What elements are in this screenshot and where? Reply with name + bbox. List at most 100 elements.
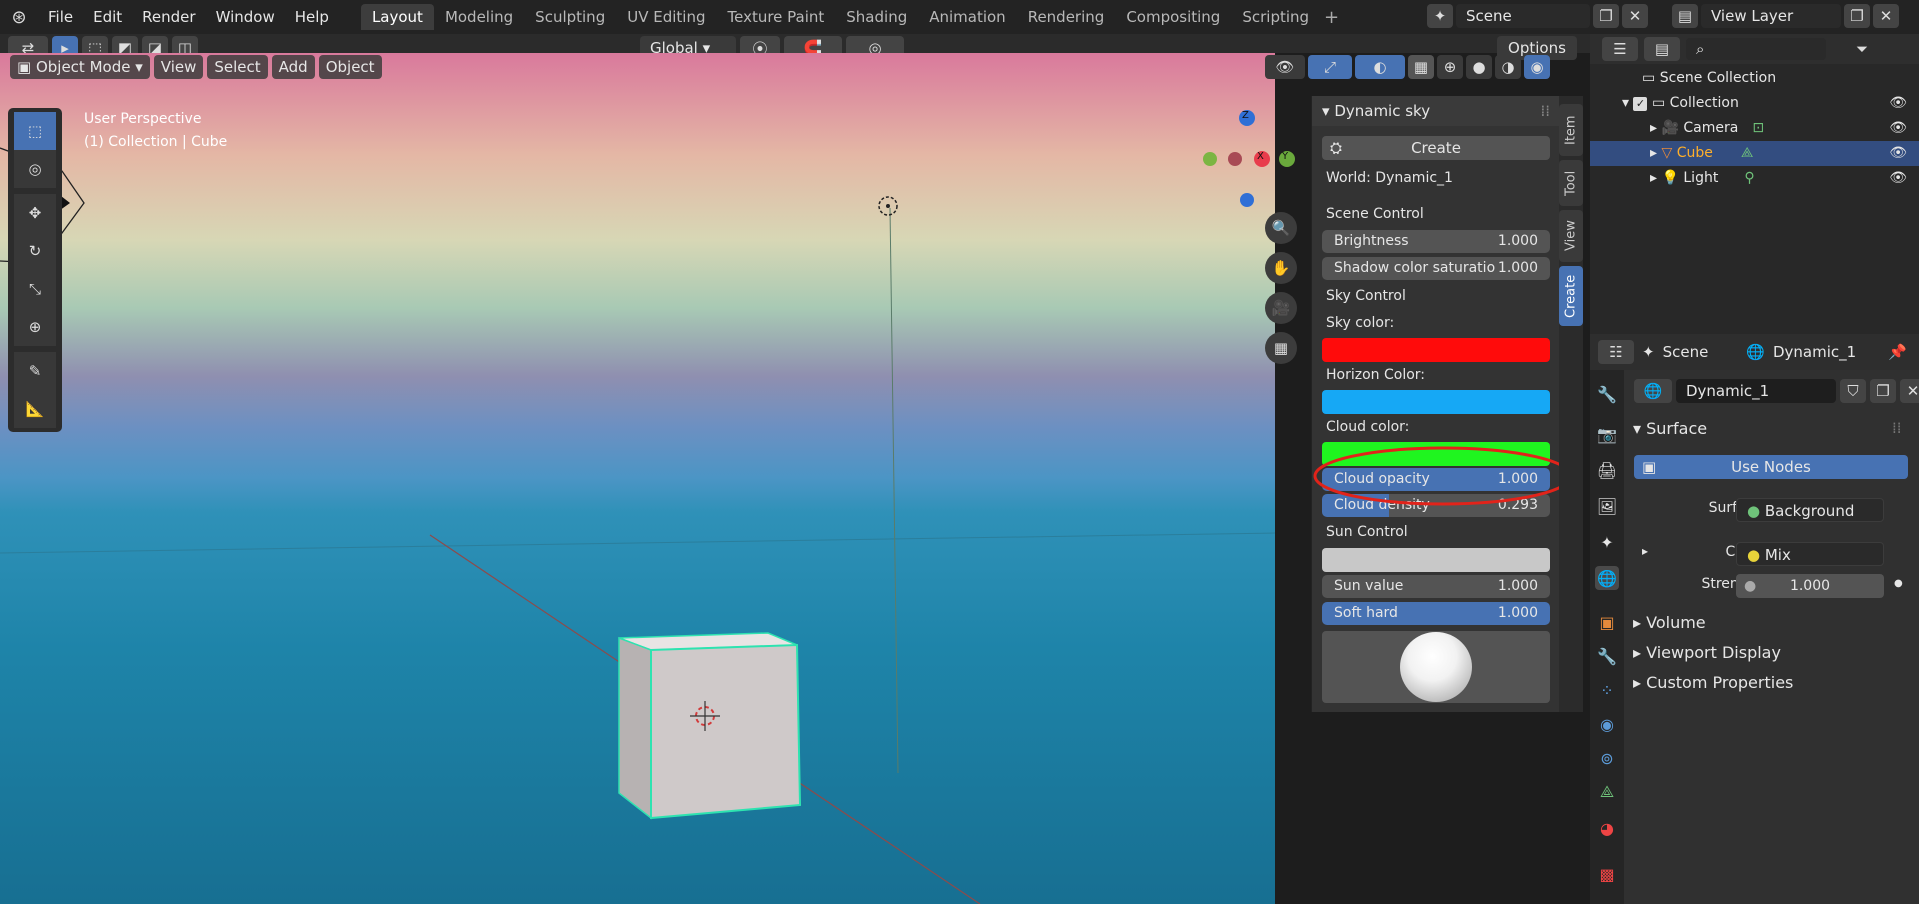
gizmo-neg-y-circle[interactable] (1203, 152, 1217, 166)
collection-visibility-icon[interactable]: 👁 (1889, 91, 1907, 116)
constraints-tab-icon[interactable]: ⊚ (1595, 746, 1619, 770)
shading-rendered-icon[interactable]: ◉ (1524, 55, 1550, 79)
add-workspace-icon[interactable]: + (1324, 7, 1339, 28)
camera-visibility-icon[interactable]: 👁 (1889, 116, 1907, 141)
expand-camera-icon[interactable]: ▸ (1650, 120, 1661, 136)
properties-editor-type-icon[interactable]: ☷ (1598, 340, 1634, 364)
soft-hard-slider[interactable]: Soft hard 1.000 (1322, 602, 1550, 625)
menu-help[interactable]: Help (285, 0, 339, 34)
menu-render[interactable]: Render (132, 0, 205, 34)
tab-scripting[interactable]: Scripting (1231, 4, 1320, 30)
tab-view[interactable]: View (1559, 210, 1583, 262)
camera-data-icon[interactable]: ⊡ (1752, 120, 1764, 136)
new-viewlayer-icon[interactable]: ❐ (1844, 4, 1870, 28)
shadow-saturation-slider[interactable]: Shadow color saturatio 1.000 (1322, 257, 1550, 280)
scene-icon[interactable]: ✦ (1427, 4, 1453, 28)
viewlayer-icon[interactable]: ▤ (1672, 4, 1698, 28)
editor-type-icon[interactable]: ☰ (1602, 37, 1638, 61)
mesh-data-icon[interactable]: ⟁ (1741, 145, 1754, 161)
cursor-tool-icon[interactable]: ◎ (14, 150, 56, 188)
world-breadcrumb[interactable]: Dynamic_1 (1773, 343, 1856, 361)
sun-value-slider[interactable]: Sun value 1.000 (1322, 575, 1550, 598)
shading-solid-icon[interactable]: ● (1466, 55, 1492, 79)
scene-breadcrumb[interactable]: Scene (1663, 343, 1709, 361)
blender-logo-icon[interactable]: ⊛ (0, 7, 38, 28)
delete-viewlayer-icon[interactable]: ✕ (1873, 4, 1899, 28)
duplicate-world-icon[interactable]: ❐ (1870, 379, 1896, 403)
delete-scene-icon[interactable]: ✕ (1622, 4, 1648, 28)
rotate-tool-icon[interactable]: ↻ (14, 232, 56, 270)
tab-modeling[interactable]: Modeling (434, 4, 524, 30)
menu-window[interactable]: Window (206, 0, 285, 34)
tab-create[interactable]: Create (1559, 266, 1583, 326)
render-tab-icon[interactable]: 📷 (1595, 422, 1619, 446)
tab-tool[interactable]: Tool (1559, 160, 1583, 206)
material-tab-icon[interactable]: ◕ (1595, 816, 1619, 840)
menu-file[interactable]: File (38, 0, 83, 34)
tab-texture-paint[interactable]: Texture Paint (716, 4, 835, 30)
scale-tool-icon[interactable]: ⤡ (14, 270, 56, 308)
gizmo-toggle-icon[interactable]: ⤢ (1308, 55, 1352, 79)
cube-visibility-icon[interactable]: 👁 (1889, 141, 1907, 166)
tab-animation[interactable]: Animation (918, 4, 1016, 30)
measure-tool-icon[interactable]: 📐 (14, 390, 56, 428)
custom-properties-panel-header[interactable]: ▸ Custom Properties (1633, 673, 1793, 692)
checkbox-collection[interactable]: ✓ (1633, 97, 1648, 111)
data-tab-icon[interactable]: ⟁ (1595, 780, 1619, 804)
annotate-tool-icon[interactable]: ✎ (14, 352, 56, 390)
sun-color-swatch[interactable] (1322, 548, 1550, 572)
pin-icon[interactable]: 📌 (1888, 343, 1907, 361)
outliner-row-collection[interactable]: ▾ ✓ ▭ Collection 👁 (1590, 91, 1919, 116)
move-tool-icon[interactable]: ✥ (14, 194, 56, 232)
color-input-field[interactable]: ● Mix (1736, 542, 1884, 566)
menu-edit[interactable]: Edit (83, 0, 132, 34)
menu-view[interactable]: View (153, 55, 204, 79)
object-tab-icon[interactable]: ▣ (1595, 610, 1619, 634)
world-name-field[interactable]: Dynamic_1 (1676, 379, 1836, 403)
pan-hand-icon[interactable]: ✋ (1265, 252, 1297, 284)
scene-field[interactable]: Scene (1456, 4, 1590, 28)
shading-material-icon[interactable]: ◑ (1495, 55, 1521, 79)
surface-drag-icon[interactable]: ⁞⁞ (1892, 419, 1902, 437)
grid-perspective-icon[interactable]: ▦ (1265, 332, 1297, 364)
color-expand-icon[interactable]: ▸ (1642, 544, 1648, 558)
navigation-gizmo[interactable]: Z X Y (1195, 108, 1295, 208)
texture-tab-icon[interactable]: ▩ (1595, 862, 1619, 886)
menu-add[interactable]: Add (271, 55, 315, 79)
3d-viewport[interactable] (0, 53, 1275, 904)
physics-tab-icon[interactable]: ◉ (1595, 712, 1619, 736)
viewlayer-field[interactable]: View Layer (1701, 4, 1841, 28)
tab-shading[interactable]: Shading (835, 4, 918, 30)
new-scene-icon[interactable]: ❐ (1593, 4, 1619, 28)
unlink-world-icon[interactable]: ✕ (1900, 379, 1919, 403)
drag-handle-icon[interactable]: ⁞⁞ (1540, 96, 1550, 126)
tab-item[interactable]: Item (1559, 104, 1583, 156)
outliner-row-cube[interactable]: ▸ ▽ Cube ⟁ 👁 (1590, 141, 1919, 166)
tab-layout[interactable]: Layout (360, 4, 434, 30)
gizmo-neg-z-circle[interactable] (1240, 193, 1254, 207)
view-layer-tab-icon[interactable]: 🖼 (1595, 494, 1619, 518)
filter-icon[interactable]: ⏷ (1844, 37, 1880, 61)
expand-cube-icon[interactable]: ▸ (1650, 145, 1661, 161)
sky-color-swatch[interactable] (1322, 338, 1550, 362)
tab-compositing[interactable]: Compositing (1115, 4, 1231, 30)
particles-tab-icon[interactable]: ⁘ (1595, 678, 1619, 702)
outliner-row-scene-collection[interactable]: ▭ Scene Collection (1590, 66, 1919, 91)
use-nodes-button[interactable]: ▣ Use Nodes (1634, 455, 1908, 479)
select-box-tool-icon[interactable]: ⬚ (14, 112, 56, 150)
surface-panel-header[interactable]: ▾ Surface (1633, 419, 1707, 438)
visibility-icon[interactable]: 👁 (1265, 55, 1305, 79)
modifier-tab-icon[interactable]: 🔧 (1595, 644, 1619, 668)
tab-sculpting[interactable]: Sculpting (524, 4, 616, 30)
xray-icon[interactable]: ▦ (1408, 55, 1434, 79)
transform-tool-icon[interactable]: ⊕ (14, 308, 56, 346)
tab-uv-editing[interactable]: UV Editing (616, 4, 716, 30)
panel-header[interactable]: ▾ Dynamic sky ⁞⁞ (1312, 96, 1560, 126)
outliner-row-camera[interactable]: ▸ 🎥 Camera ⊡ 👁 (1590, 116, 1919, 141)
light-visibility-icon[interactable]: 👁 (1889, 166, 1907, 191)
outliner-search-input[interactable]: ⌕ (1686, 38, 1826, 60)
expand-collection-icon[interactable]: ▾ (1622, 95, 1633, 111)
menu-object[interactable]: Object (318, 55, 382, 79)
expand-light-icon[interactable]: ▸ (1650, 170, 1661, 186)
zoom-icon[interactable]: 🔍 (1265, 212, 1297, 244)
